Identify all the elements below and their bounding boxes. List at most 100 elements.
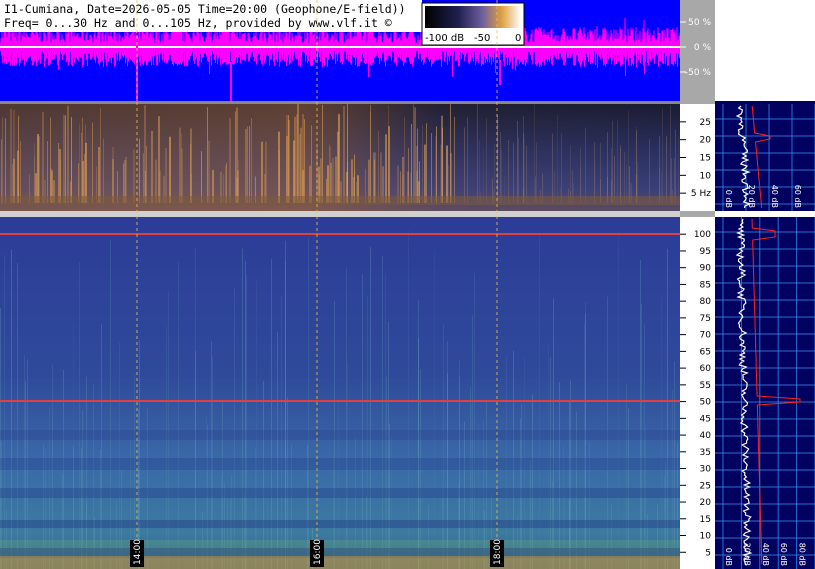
spectrogram-top-streak	[5, 118, 6, 203]
spectrogram-top-streak	[617, 120, 618, 203]
spectrogram-gap	[0, 211, 680, 217]
spectrogram-top-streak	[454, 116, 455, 203]
spectrogram-top-streak	[179, 127, 181, 203]
bottom-spectrogram-y-axis: 100 95 90 85 80 75 70 65 60 55 50 45 40 35 30 25 20 15 10 5	[680, 217, 715, 569]
bottom-tick-label: 100	[694, 230, 711, 240]
bottom-tick-label: 80	[700, 297, 712, 307]
spectrogram-top-streak	[18, 115, 19, 203]
spectrogram-top-streak	[311, 125, 312, 203]
bottom-tick-label: 70	[700, 331, 712, 341]
spectrogram-top-streak	[71, 117, 72, 203]
spectrogram-top-streak	[611, 147, 612, 203]
spectrogram-bottom-streak	[119, 342, 120, 569]
spectrogram-top-streak	[404, 117, 405, 203]
bottom-tick-label: 55	[700, 381, 711, 391]
spectrogram-bottom-streak	[472, 315, 473, 569]
spectrogram-top-streak	[483, 147, 484, 203]
spectrogram-top-streak	[42, 111, 44, 203]
spectrogram-top-streak	[343, 106, 345, 203]
spectrogram-top-streak	[139, 138, 140, 203]
waveform-tick-label: 0 %	[694, 43, 712, 53]
spectrogram-top-streak	[261, 141, 263, 203]
spectrogram-top-streak	[34, 143, 35, 203]
spectrogram-top-streak	[517, 120, 518, 203]
axis-column: 50 % 0 % -50 % 25 20 15 10 5 Hz 100 95 90 85 80 75 7…	[680, 0, 715, 569]
bottom-tick-label: 45	[700, 414, 711, 424]
spectrogram-top-streak	[464, 127, 465, 203]
spectrogram-top-streak	[373, 152, 374, 203]
spectrogram-top-streak	[524, 138, 525, 203]
spectrogram-top-streak	[408, 148, 409, 203]
spectrogram-top-streak	[329, 146, 331, 203]
bottom-tick-label: 95	[700, 247, 711, 257]
waveform-tick-label: 50 %	[688, 18, 711, 28]
spectrogram-bottom-lowband	[0, 556, 680, 569]
spectrogram-bottom-streak	[110, 239, 111, 569]
spectrogram-top-streak	[552, 133, 553, 203]
spectrogram-dark-band	[0, 520, 680, 528]
spectrogram-top-streak	[207, 107, 208, 203]
spectrogram-top-streak	[354, 154, 355, 203]
spectrogram-top-streak	[380, 152, 382, 203]
spectrogram-top-streak	[278, 131, 280, 203]
spectrogram-top-streak	[614, 155, 615, 203]
spectrogram-top-streak	[659, 136, 660, 203]
spectrogram-top-streak	[288, 115, 289, 203]
spectrogram-top-streak	[414, 107, 416, 203]
spectrogram-top-streak	[388, 105, 389, 203]
profile-x-label: 0 dB	[724, 190, 733, 208]
spectrogram-top-streak	[67, 105, 69, 203]
spectrogram-top-streak	[84, 153, 85, 203]
spectrogram-bottom-streak	[644, 323, 645, 569]
profile-x-label: 60 dB	[793, 185, 802, 208]
spectrogram-dark-band	[0, 458, 680, 470]
spectrogram-bottom-streak	[447, 341, 448, 569]
profile-x-label: 80 dB	[798, 543, 807, 566]
spectrogram-top-streak	[286, 135, 288, 203]
spectrogram-top-streak	[249, 126, 250, 203]
profile-x-label: 60 dB	[779, 543, 788, 566]
spectrogram-top-streak	[304, 119, 305, 203]
spectrogram-top-streak	[385, 134, 387, 203]
bottom-tick-label: 15	[700, 515, 711, 525]
spectrogram-bottom-streak	[418, 338, 419, 569]
top-tick-label: 25	[700, 118, 711, 128]
spectrogram-top-streak	[133, 149, 135, 203]
bottom-tick-label: 10	[700, 532, 712, 542]
spectrogram-top-streak	[322, 104, 323, 203]
waveform-tick-label: -50 %	[685, 68, 712, 78]
spectrogram-top-streak	[10, 108, 12, 203]
spectrogram-top-streak	[181, 133, 182, 203]
panel-separator	[0, 101, 680, 104]
spectrogram-top-streak	[411, 123, 412, 203]
top-tick-label: 20	[700, 136, 712, 146]
side-panel-gap	[715, 211, 815, 217]
vlf-spectrogram-display: I1-Cumiana, Date=2026-05-05 Time=20:00 (…	[0, 0, 815, 569]
spectrogram-top-streak	[426, 123, 427, 203]
spectrogram-top-streak	[201, 151, 202, 203]
time-label: 18:00	[493, 539, 503, 565]
time-label: 14:00	[133, 539, 143, 565]
spectrogram-top-streak	[293, 140, 295, 203]
spectrogram-bottom-streak	[101, 324, 102, 569]
top-tick-label: 15	[700, 154, 711, 164]
spectrogram-dark-band	[0, 430, 680, 440]
bottom-tick-label: 65	[700, 347, 711, 357]
spectrogram-top-streak	[251, 118, 252, 203]
spectrogram-top-lowband	[0, 196, 680, 205]
spectrogram-top-streak	[662, 108, 663, 203]
spectrogram-0-30hz	[0, 103, 680, 211]
spectrogram-top-streak	[500, 131, 501, 203]
spectrogram-top-streak	[467, 117, 468, 203]
bottom-tick-label: 25	[700, 481, 711, 491]
spectrogram-top-streak	[477, 103, 478, 203]
spectrogram-top-streak	[37, 134, 39, 203]
spectrogram-top-streak	[374, 152, 376, 203]
bottom-tick-label: 35	[700, 448, 711, 458]
spectrogram-top-streak	[2, 117, 3, 203]
spectrogram-top-streak	[624, 151, 625, 203]
spectrogram-bottom-streak	[139, 339, 140, 569]
spectrogram-top-streak	[534, 103, 535, 203]
spectrogram-top-streak	[413, 104, 414, 203]
spectrogram-top-streak	[85, 142, 87, 203]
